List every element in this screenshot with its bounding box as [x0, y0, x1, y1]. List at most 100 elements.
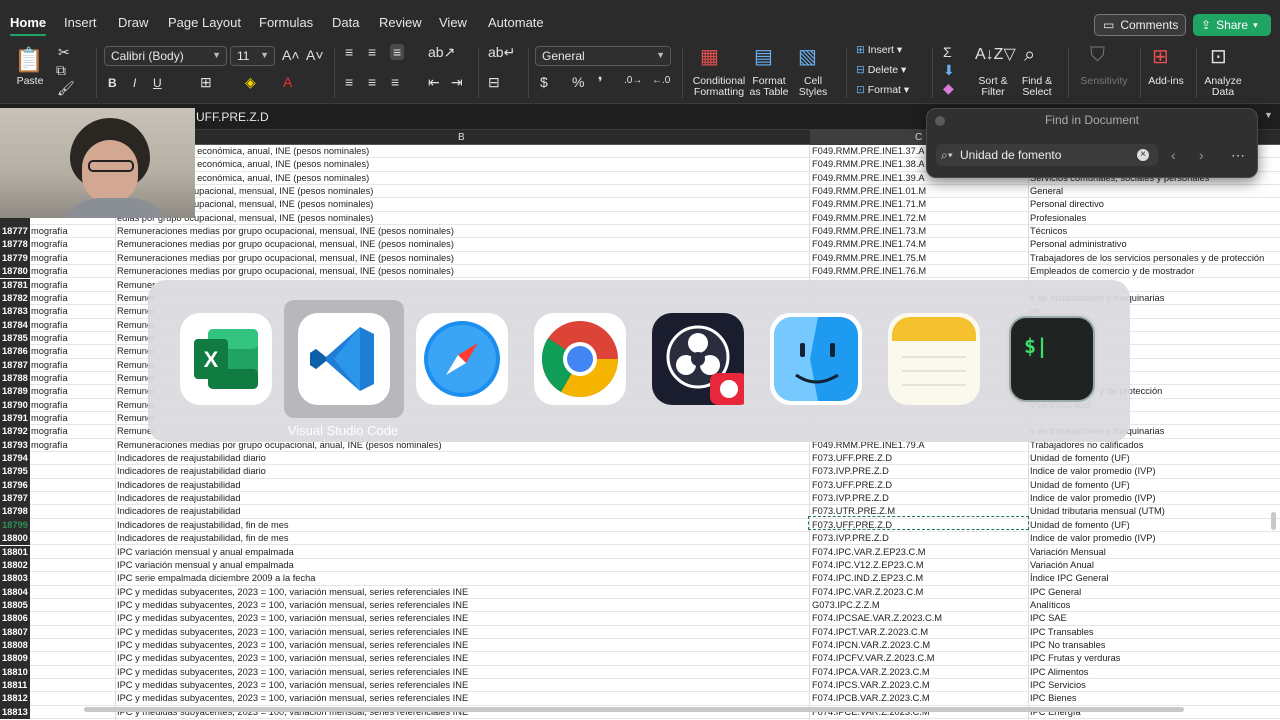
cell-c[interactable]: F074.IPC.IND.Z.EP23.C.M — [812, 572, 923, 585]
table-row[interactable]: 18812 IPC y medidas subyacentes, 2023 = 1… — [0, 692, 1280, 706]
cell-c[interactable]: F074.IPC.VAR.Z.EP23.C.M — [812, 546, 926, 559]
cell-styles-button[interactable]: Cell Styles — [794, 76, 832, 98]
row-number[interactable]: 18785 — [0, 331, 30, 346]
row-number[interactable]: 18796 — [0, 478, 30, 493]
cell-a[interactable]: mografía — [31, 305, 68, 318]
table-row[interactable]: 18779 mografía Remuneraciones medias por g… — [0, 251, 1280, 266]
next-result-icon[interactable]: › — [1199, 147, 1204, 163]
cell-b[interactable]: Indicadores de reajustabilidad — [117, 505, 241, 518]
row-number[interactable]: 18812 — [0, 692, 30, 706]
table-row[interactable]: 18804 IPC y medidas subyacentes, 2023 = 1… — [0, 585, 1280, 599]
cell-c[interactable]: F074.IPC.V12.Z.EP23.C.M — [812, 559, 924, 572]
wrap-text-icon[interactable]: ab↵ — [488, 44, 515, 61]
cell-c[interactable]: F049.RMM.PRE.INE1.71.M — [812, 198, 926, 211]
cell-a[interactable]: mografía — [31, 279, 68, 292]
cut-icon[interactable]: ✂ — [58, 44, 70, 61]
cell-b[interactable]: IPC y medidas subyacentes, 2023 = 100, v… — [117, 679, 468, 692]
cell-b[interactable]: IPC y medidas subyacentes, 2023 = 100, v… — [117, 586, 468, 599]
addins-button[interactable]: Add-ins — [1144, 76, 1188, 87]
tab-formulas[interactable]: Formulas — [259, 15, 313, 30]
decrease-indent-icon[interactable]: ⇤ — [428, 74, 440, 91]
table-row[interactable]: 18806 IPC y medidas subyacentes, 2023 = 1… — [0, 612, 1280, 626]
analyze-data-icon[interactable]: ⊡ — [1210, 44, 1227, 69]
cell-c[interactable]: F049.RMM.PRE.INE1.37.A — [812, 145, 925, 158]
table-row[interactable]: 18800 Indicadores de reajustabilidad, fin… — [0, 532, 1280, 546]
cell-b[interactable]: IPC variación mensual y anual empalmada — [117, 546, 294, 559]
align-left-icon[interactable]: ≡ — [345, 74, 353, 90]
paste-button[interactable]: Paste — [12, 76, 48, 87]
row-number[interactable]: 18799 — [0, 518, 30, 533]
row-number[interactable]: 18808 — [0, 638, 30, 653]
table-row[interactable]: 18796 Indicadores de reajustabilidad F073.… — [0, 478, 1280, 493]
bold-icon[interactable]: B — [108, 76, 117, 90]
cell-a[interactable]: mografía — [31, 385, 68, 398]
cell-b[interactable]: IPC y medidas subyacentes, 2023 = 100, v… — [117, 692, 468, 705]
cell-d[interactable]: Profesionales — [1030, 212, 1086, 225]
align-right-icon[interactable]: ≡ — [391, 74, 399, 90]
percent-icon[interactable]: % — [572, 74, 584, 90]
cell-d[interactable]: IPC Bienes — [1030, 692, 1077, 705]
row-number[interactable]: 18797 — [0, 492, 30, 506]
cell-b[interactable]: Indicadores de reajustabilidad, fin de m… — [117, 532, 289, 545]
cell-d[interactable]: Analíticos — [1030, 599, 1070, 612]
copy-icon[interactable]: ⧉ — [56, 62, 66, 79]
cell-c[interactable]: F073.UFF.PRE.Z.D — [812, 479, 892, 492]
row-number[interactable]: 18803 — [0, 572, 30, 586]
row-number[interactable]: 18791 — [0, 412, 30, 426]
align-middle-icon[interactable]: ≡ — [368, 44, 376, 60]
cell-a[interactable]: mografía — [31, 292, 68, 305]
row-number[interactable]: 18780 — [0, 265, 30, 279]
cell-d[interactable]: Personal directivo — [1030, 198, 1104, 211]
cell-c[interactable]: F049.RMM.PRE.INE1.38.A — [812, 158, 925, 171]
row-number[interactable]: 18782 — [0, 291, 30, 306]
tab-automate[interactable]: Automate — [488, 15, 544, 30]
row-number[interactable]: 18784 — [0, 318, 30, 332]
cell-d[interactable]: Unidad de fomento (UF) — [1030, 519, 1130, 532]
cell-a[interactable]: mografía — [31, 332, 68, 345]
comments-button[interactable]: ▭ Comments — [1094, 14, 1186, 36]
more-options-icon[interactable]: ⋯ — [1231, 147, 1245, 164]
cell-d[interactable]: Indice de valor promedio (IVP) — [1030, 532, 1156, 545]
tab-page-layout[interactable]: Page Layout — [168, 15, 241, 30]
chrome-icon[interactable] — [534, 313, 626, 405]
cell-c[interactable]: F049.RMM.PRE.INE1.72.M — [812, 212, 926, 225]
font-size-select[interactable]: 11 ▼ — [230, 46, 275, 66]
row-number[interactable]: 18810 — [0, 665, 30, 679]
cell-b[interactable]: Indicadores de reajustabilidad — [117, 479, 241, 492]
cell-d[interactable]: General — [1030, 185, 1063, 198]
row-number[interactable]: 18794 — [0, 452, 30, 466]
row-number[interactable]: 18807 — [0, 625, 30, 639]
notes-icon[interactable] — [888, 313, 980, 405]
fill-color-icon[interactable]: ◈ — [245, 74, 256, 91]
vscode-icon[interactable] — [298, 313, 390, 405]
table-row[interactable]: 18809 IPC y medidas subyacentes, 2023 = 1… — [0, 652, 1280, 666]
cell-d[interactable]: Trabajadores de los servicios personales… — [1030, 252, 1264, 265]
cell-d[interactable]: IPC Alimentos — [1030, 666, 1088, 679]
finder-icon[interactable] — [770, 313, 862, 405]
find-input[interactable]: ⌕▾ Unidad de fomento — [936, 144, 1158, 166]
table-row[interactable]: 18798 Indicadores de reajustabilidad F073.… — [0, 505, 1280, 519]
cell-a[interactable]: mografía — [31, 372, 68, 385]
cell-a[interactable]: mografía — [31, 359, 68, 372]
row-number[interactable]: 18781 — [0, 278, 30, 292]
underline-icon[interactable]: U — [153, 76, 162, 90]
cell-d[interactable]: IPC Frutas y verduras — [1030, 652, 1120, 665]
terminal-icon[interactable]: $| — [1006, 313, 1098, 405]
cell-c[interactable]: F073.IVP.PRE.Z.D — [812, 465, 889, 478]
cell-b[interactable]: Remuneraciones medias por grupo ocupacio… — [117, 265, 454, 278]
table-row[interactable]: 18807 IPC y medidas subyacentes, 2023 = 1… — [0, 625, 1280, 639]
row-number[interactable]: 18789 — [0, 385, 30, 399]
comma-style-icon[interactable]: ❜ — [598, 74, 603, 91]
table-row[interactable]: 18803 IPC serie empalmada diciembre 2009 … — [0, 572, 1280, 586]
cell-d[interactable]: IPC Transables — [1030, 626, 1094, 639]
cell-b[interactable]: Indicadores de reajustabilidad — [117, 492, 241, 505]
row-number[interactable]: 18809 — [0, 652, 30, 666]
currency-icon[interactable]: $ — [540, 74, 548, 90]
row-number[interactable]: 18801 — [0, 545, 30, 559]
row-number[interactable]: 18778 — [0, 238, 30, 252]
cell-c[interactable]: F049.RMM.PRE.INE1.39.A — [812, 172, 925, 185]
cell-d[interactable]: Índice IPC General — [1030, 572, 1109, 585]
decrease-font-icon[interactable]: A˅ — [306, 47, 324, 63]
cell-d[interactable]: Técnicos — [1030, 225, 1067, 238]
cell-a[interactable]: mografía — [31, 345, 68, 358]
